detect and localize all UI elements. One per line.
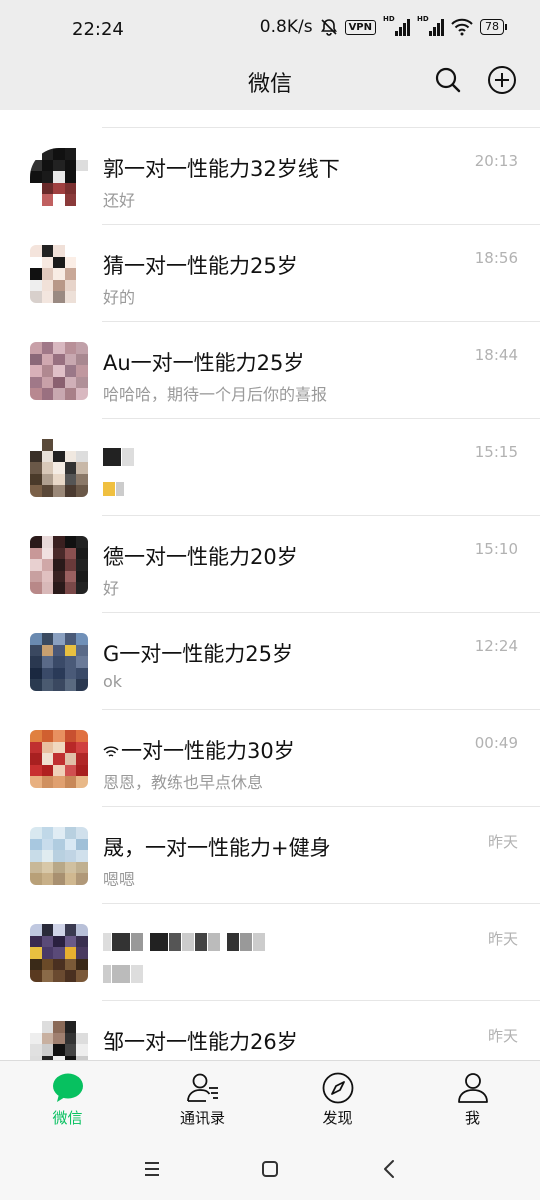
tab-me[interactable]: 我 xyxy=(405,1061,540,1137)
chat-time: 20:13 xyxy=(474,152,518,170)
chat-item[interactable]: 猜一对一性能力25岁 好的 18:56 xyxy=(0,225,540,322)
status-bar: 22:24 0.8K/s VPN HD HD 78 xyxy=(0,0,540,60)
chat-item[interactable]: 晟，一对一性能力+健身 嗯嗯 昨天 xyxy=(0,807,540,904)
chat-item[interactable]: 昨天 xyxy=(0,904,540,1001)
avatar xyxy=(30,924,88,982)
chat-item[interactable]: 15:15 xyxy=(0,419,540,516)
chat-name xyxy=(103,444,135,468)
signal-icon: HD xyxy=(383,15,410,36)
tab-discover[interactable]: 发现 xyxy=(270,1061,405,1137)
avatar xyxy=(30,342,88,400)
vpn-badge: VPN xyxy=(344,19,376,35)
search-button[interactable] xyxy=(432,64,464,96)
chat-name-text: 一对一性能力30岁 xyxy=(121,739,295,763)
chat-time: 昨天 xyxy=(487,1027,518,1045)
avatar xyxy=(30,827,88,885)
plus-circle-icon xyxy=(488,66,516,94)
avatar xyxy=(30,245,88,303)
chat-time: 00:49 xyxy=(474,734,518,752)
avatar xyxy=(30,148,88,206)
chat-preview: 恩恩，教练也早点休息 xyxy=(103,773,264,792)
chat-name: 晟，一对一性能力+健身 xyxy=(103,836,331,860)
avatar xyxy=(30,730,88,788)
tab-contacts[interactable]: 通讯录 xyxy=(135,1061,270,1137)
chat-time: 15:10 xyxy=(474,540,518,558)
chat-preview: 好 xyxy=(103,579,120,598)
net-speed: 0.8K/s xyxy=(259,17,313,37)
chat-name: 猜一对一性能力25岁 xyxy=(103,254,298,278)
chat-preview: ok xyxy=(103,672,123,691)
chat-list[interactable]: 郭一对一性能力32岁线下 还好 20:13 猜一对一性能力25岁 好的 18:5… xyxy=(0,110,540,1060)
chat-name: 邹一对一性能力26岁 xyxy=(103,1030,298,1054)
person-icon xyxy=(457,1073,488,1103)
compass-icon xyxy=(322,1072,353,1104)
avatar xyxy=(30,439,88,497)
chat-name: 德一对一性能力20岁 xyxy=(103,545,298,569)
chat-item[interactable] xyxy=(0,110,540,128)
avatar xyxy=(30,536,88,594)
chat-preview: 还好 xyxy=(103,191,136,210)
bottom-tab-bar: 微信 通讯录 发现 我 xyxy=(0,1060,540,1137)
chat-preview xyxy=(103,478,125,497)
tab-chats[interactable]: 微信 xyxy=(0,1061,135,1137)
back-nav-button[interactable] xyxy=(375,1154,405,1184)
home-nav-button[interactable] xyxy=(255,1154,285,1184)
app-header: 微信 xyxy=(0,60,540,110)
chat-name: 一对一性能力30岁 xyxy=(103,735,295,765)
avatar xyxy=(30,633,88,691)
wifi-emoji-icon xyxy=(103,746,119,757)
tab-label: 微信 xyxy=(52,1109,83,1127)
chat-item[interactable]: G一对一性能力25岁 ok 12:24 xyxy=(0,613,540,710)
tab-label: 我 xyxy=(464,1109,480,1127)
contacts-icon xyxy=(186,1073,218,1102)
chat-name: 郭一对一性能力32岁线下 xyxy=(103,157,340,181)
chat-item[interactable]: Au一对一性能力25岁 哈哈哈，期待一个月后你的喜报 18:44 xyxy=(0,322,540,419)
wifi-icon xyxy=(451,18,473,36)
chat-item[interactable]: 德一对一性能力20岁 好 15:10 xyxy=(0,516,540,613)
chat-name: G一对一性能力25岁 xyxy=(103,642,293,666)
chat-time: 12:24 xyxy=(474,637,518,655)
battery-indicator: 78 xyxy=(480,19,507,35)
chat-preview: 哈哈哈，期待一个月后你的喜报 xyxy=(103,385,328,404)
chat-time: 昨天 xyxy=(487,930,518,948)
search-icon xyxy=(435,67,461,93)
mute-bell-icon xyxy=(320,19,337,36)
chat-item[interactable]: 一对一性能力30岁 恩恩，教练也早点休息 00:49 xyxy=(0,710,540,807)
system-nav-bar xyxy=(0,1136,540,1200)
chat-item[interactable]: 郭一对一性能力32岁线下 还好 20:13 xyxy=(0,128,540,225)
chat-time: 15:15 xyxy=(474,443,518,461)
signal-icon: HD xyxy=(417,15,444,36)
chat-time: 18:56 xyxy=(474,249,518,267)
tab-label: 发现 xyxy=(322,1109,353,1127)
chat-name: Au一对一性能力25岁 xyxy=(103,351,305,375)
chat-preview xyxy=(103,963,144,983)
chat-bubble-icon xyxy=(52,1073,83,1102)
hd-label: HD xyxy=(383,15,395,23)
status-time: 22:24 xyxy=(72,19,124,40)
add-button[interactable] xyxy=(486,64,518,96)
square-icon xyxy=(262,1161,278,1177)
avatar xyxy=(30,1021,88,1060)
tab-label: 通讯录 xyxy=(179,1109,225,1127)
menu-icon xyxy=(145,1162,159,1176)
chat-preview: 嗯嗯 xyxy=(103,870,136,889)
status-icons: 0.8K/s VPN HD HD 78 xyxy=(259,15,507,37)
chat-name xyxy=(103,929,266,953)
menu-nav-button[interactable] xyxy=(137,1154,167,1184)
chat-time: 18:44 xyxy=(474,346,518,364)
chat-preview: 好的 xyxy=(103,288,136,307)
chat-time: 昨天 xyxy=(487,833,518,851)
hd-label: HD xyxy=(417,15,429,23)
back-chevron-icon xyxy=(384,1160,394,1178)
chat-item[interactable]: 邹一对一性能力26岁 昨天 xyxy=(0,1001,540,1060)
